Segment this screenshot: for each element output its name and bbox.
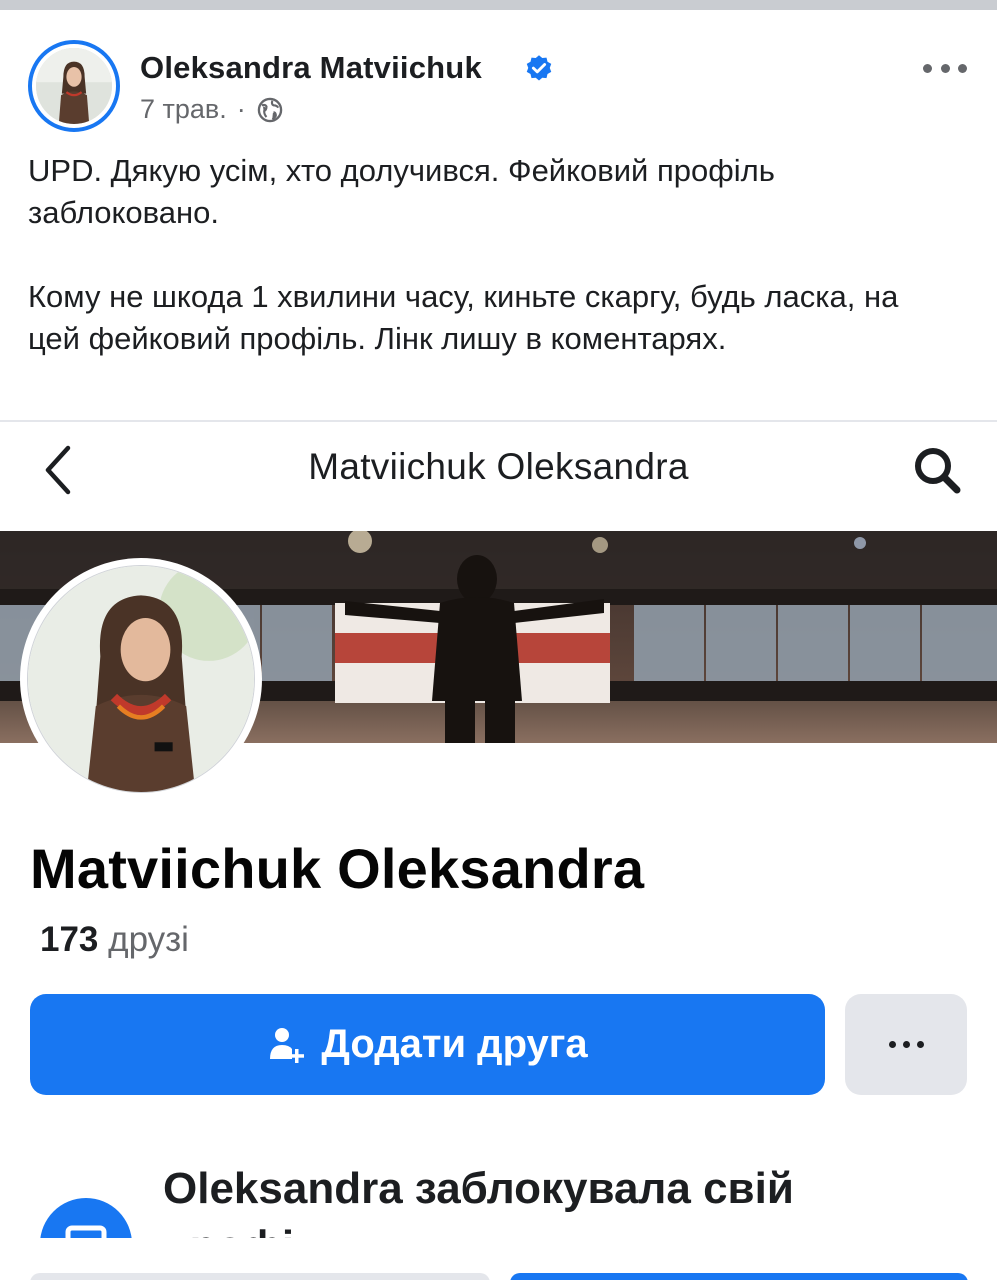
meta-separator: ·: [236, 94, 246, 124]
post-text: UPD. Дякую усім, хто долучився. Фейковий…: [28, 150, 958, 360]
top-divider-strip: [0, 0, 997, 10]
post-date[interactable]: 7 трав.: [140, 94, 227, 125]
lock-icon: [40, 1198, 132, 1238]
add-friend-icon: [270, 1027, 305, 1063]
post-paragraph: Кому не шкода 1 хвилини часу, киньте ска…: [28, 279, 899, 356]
friends-count[interactable]: 173 друзі: [40, 920, 189, 960]
primary-action-button[interactable]: [510, 1273, 968, 1280]
add-friend-button[interactable]: Додати друга: [30, 994, 825, 1095]
profile-photo: [27, 565, 255, 793]
locked-profile-notice: Oleksandra заблокувала свій профіль: [0, 1130, 997, 1238]
post-meta: 7 трав. ·: [140, 94, 284, 125]
screenshot-header: Matviichuk Oleksandra: [0, 422, 997, 522]
author-photo: [36, 48, 112, 124]
friends-number: 173: [40, 920, 99, 959]
more-options-icon[interactable]: [923, 58, 967, 78]
more-icon[interactable]: [845, 994, 967, 1095]
post-header: Oleksandra Matviichuk 7 трав. ·: [0, 10, 997, 132]
verified-badge-icon: [526, 55, 552, 81]
profile-avatar[interactable]: [20, 558, 262, 800]
friends-label: друзі: [108, 920, 189, 959]
secondary-action-button[interactable]: [30, 1273, 490, 1280]
screenshot-title: Matviichuk Oleksandra: [308, 446, 689, 487]
locked-message: Oleksandra заблокувала свій профіль: [163, 1164, 794, 1238]
post-paragraph: UPD. Дякую усім, хто долучився. Фейковий…: [28, 153, 775, 230]
author-name[interactable]: Oleksandra Matviichuk: [140, 50, 482, 86]
globe-icon[interactable]: [256, 96, 284, 124]
add-friend-label: Додати друга: [321, 1022, 588, 1066]
profile-name: Matviichuk Oleksandra: [30, 837, 645, 900]
search-icon[interactable]: [909, 442, 965, 498]
bottom-buttons: [0, 1238, 997, 1280]
author-avatar[interactable]: [28, 40, 120, 132]
